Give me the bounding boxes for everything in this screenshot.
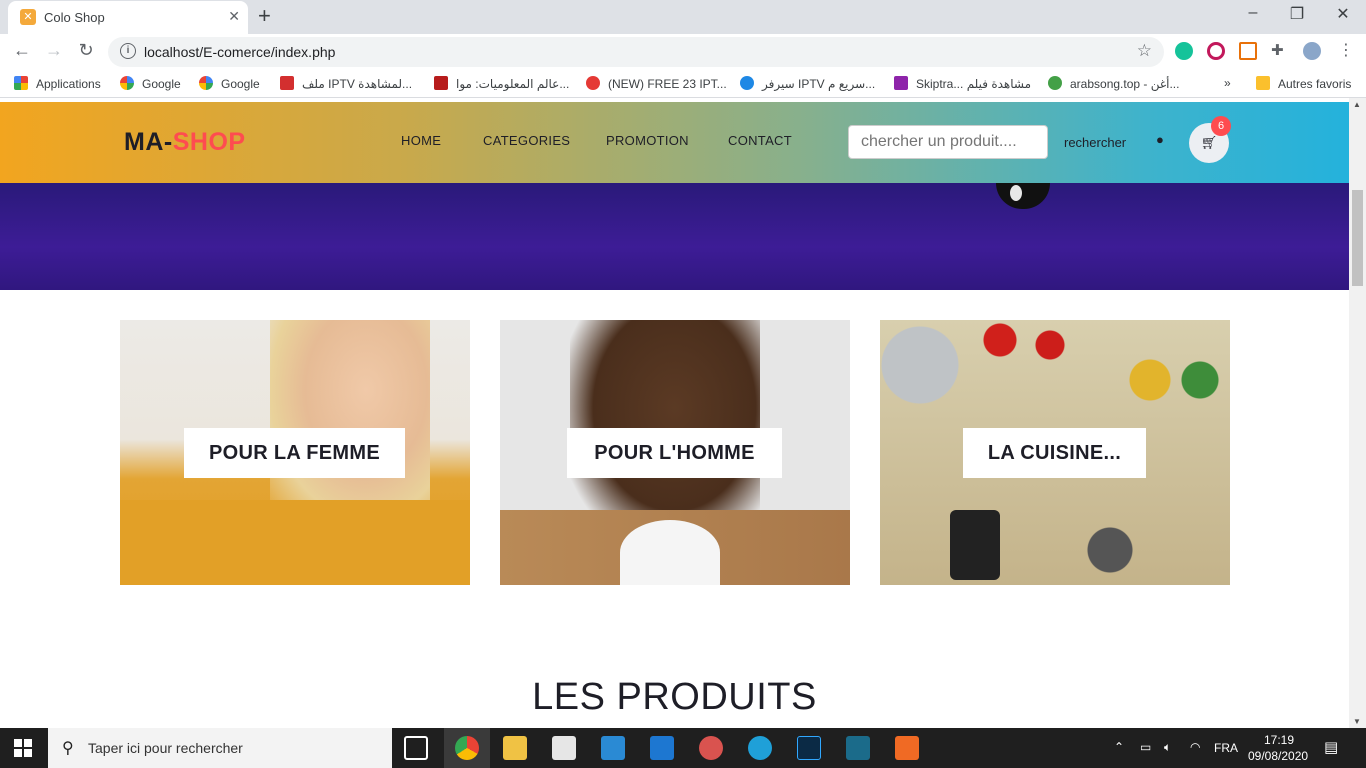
- close-tab-icon[interactable]: ✕: [228, 8, 240, 25]
- user-icon[interactable]: ●: [1156, 132, 1164, 147]
- mail-icon[interactable]: [650, 736, 674, 760]
- grammarly-extension-icon[interactable]: [1175, 42, 1193, 60]
- bookmark-iptv-file[interactable]: ملف IPTV لمشاهدة...: [280, 76, 412, 91]
- search-icon: ⚲: [62, 740, 74, 757]
- bookmark-google-1[interactable]: Google: [120, 76, 181, 91]
- clock-date[interactable]: 09/08/2020: [1248, 749, 1308, 763]
- paint-icon[interactable]: [699, 736, 723, 760]
- bookmark-other-favorites[interactable]: Autres favoris: [1256, 76, 1351, 91]
- tv-favicon-icon: [586, 76, 600, 90]
- bookmark-google-2[interactable]: Google: [199, 76, 260, 91]
- search-button[interactable]: rechercher: [1064, 135, 1126, 150]
- site-info-icon[interactable]: i: [120, 43, 136, 59]
- cart-count-badge: 6: [1211, 116, 1231, 136]
- category-card-women[interactable]: POUR LA FEMME: [120, 320, 470, 585]
- xampp-favicon-icon: ✕: [20, 9, 36, 25]
- close-window-button[interactable]: ✕: [1328, 4, 1358, 24]
- scrollbar-thumb[interactable]: [1352, 190, 1363, 286]
- hero-banner: [0, 183, 1349, 290]
- site-favicon-icon: [280, 76, 294, 90]
- url-text: localhost/E-comerce/index.php: [144, 44, 336, 60]
- nav-contact[interactable]: CONTACT: [728, 133, 792, 148]
- bookmarks-overflow-icon[interactable]: »: [1224, 76, 1231, 90]
- windows-taskbar: ⚲ Taper ici pour rechercher ⌃ ▭ 🔈︎ ◠ FRA…: [0, 728, 1366, 768]
- vscode-icon[interactable]: [601, 736, 625, 760]
- category-label-women[interactable]: POUR LA FEMME: [184, 428, 405, 478]
- bookmark-informatics[interactable]: عالم المعلوميات: موا...: [434, 76, 569, 91]
- edge-icon[interactable]: [748, 736, 772, 760]
- folder-icon: [1256, 76, 1270, 90]
- nav-home[interactable]: HOME: [401, 133, 441, 148]
- file-explorer-icon[interactable]: [503, 736, 527, 760]
- app-icon[interactable]: [846, 736, 870, 760]
- bookmark-free-iptv[interactable]: (NEW) FREE 23 IPT...: [586, 76, 727, 91]
- profile-avatar[interactable]: [1303, 42, 1321, 60]
- cart-icon: 🛒︎: [1200, 135, 1218, 150]
- page-scrollbar[interactable]: ▲ ▼: [1349, 98, 1366, 728]
- menu-dots-icon[interactable]: ⋮: [1337, 42, 1355, 60]
- bookmark-star-icon[interactable]: ☆: [1137, 41, 1152, 61]
- extensions-puzzle-icon[interactable]: ✚: [1271, 42, 1289, 60]
- site-favicon-icon: [1048, 76, 1062, 90]
- category-card-kitchen[interactable]: LA CUISINE...: [880, 320, 1230, 585]
- section-title-products: LES PRODUITS: [532, 676, 817, 718]
- category-card-men[interactable]: POUR L'HOMME: [500, 320, 850, 585]
- site-favicon-icon: [434, 76, 448, 90]
- bookmark-arabsong[interactable]: arabsong.top - أغن...: [1048, 76, 1179, 91]
- scroll-up-icon[interactable]: ▲: [1353, 100, 1361, 109]
- site-logo[interactable]: MA-SHOP: [124, 128, 246, 157]
- back-button[interactable]: ←: [10, 40, 34, 61]
- tab-strip: ✕ Colo Shop ✕ + – ❐ ✕: [0, 0, 1366, 34]
- microsoft-store-icon[interactable]: [552, 736, 576, 760]
- photoshop-icon[interactable]: [797, 736, 821, 760]
- bookmarks-bar: Applications Google Google ملف IPTV لمشا…: [0, 70, 1366, 98]
- maximize-button[interactable]: ❐: [1282, 4, 1312, 24]
- reload-button[interactable]: ↻: [74, 40, 98, 61]
- scroll-down-icon[interactable]: ▼: [1353, 717, 1361, 726]
- gloves-photo: [950, 510, 1000, 580]
- hero-product-image: [996, 183, 1050, 209]
- women-photo: [270, 320, 430, 520]
- task-view-icon[interactable]: [404, 736, 428, 760]
- bookmark-apps[interactable]: Applications: [14, 76, 101, 91]
- page-viewport: MA-SHOP HOME CATEGORIES PROMOTION CONTAC…: [0, 98, 1349, 728]
- address-bar[interactable]: i localhost/E-comerce/index.php ☆: [108, 37, 1164, 67]
- google-icon: [120, 76, 134, 90]
- new-tab-button[interactable]: +: [258, 4, 271, 28]
- chrome-taskbar-icon[interactable]: [455, 736, 479, 760]
- google-icon: [199, 76, 213, 90]
- taskbar-search-box[interactable]: ⚲ Taper ici pour rechercher: [48, 728, 392, 768]
- search-input[interactable]: [848, 125, 1048, 159]
- language-indicator[interactable]: FRA: [1214, 741, 1238, 755]
- nav-promotion[interactable]: PROMOTION: [606, 133, 689, 148]
- minimize-button[interactable]: –: [1238, 4, 1268, 22]
- layout-extension-icon[interactable]: [1239, 42, 1257, 60]
- wifi-icon[interactable]: ◠: [1190, 740, 1200, 754]
- volume-icon[interactable]: 🔈︎: [1164, 740, 1171, 755]
- apps-grid-icon: [14, 76, 28, 90]
- site-header: MA-SHOP HOME CATEGORIES PROMOTION CONTAC…: [0, 102, 1349, 183]
- category-label-kitchen[interactable]: LA CUISINE...: [963, 428, 1146, 478]
- xampp-taskbar-icon[interactable]: [895, 736, 919, 760]
- clock-time[interactable]: 17:19: [1264, 733, 1294, 747]
- bookmark-iptv-server[interactable]: سيرفر IPTV سريع م...: [740, 76, 875, 91]
- battery-icon[interactable]: ▭: [1140, 740, 1151, 754]
- tab-title: Colo Shop: [44, 10, 105, 25]
- play-favicon-icon: [894, 76, 908, 90]
- bookmark-skiptra[interactable]: Skiptra... مشاهدة فيلم: [894, 76, 1031, 91]
- men-tshirt-photo: [620, 520, 720, 585]
- windows-start-icon[interactable]: [14, 739, 32, 757]
- forward-button[interactable]: →: [42, 40, 66, 61]
- women-shirt-photo: [120, 500, 470, 585]
- browser-toolbar: ← → ↻ i localhost/E-comerce/index.php ☆: [0, 34, 1366, 70]
- site-favicon-icon: [740, 76, 754, 90]
- browser-tab[interactable]: ✕ Colo Shop ✕: [8, 1, 248, 34]
- taskbar-search-placeholder: Taper ici pour rechercher: [88, 740, 243, 756]
- category-label-men[interactable]: POUR L'HOMME: [567, 428, 782, 478]
- nav-categories[interactable]: CATEGORIES: [483, 133, 570, 148]
- notifications-icon[interactable]: ▤: [1324, 738, 1338, 756]
- tray-overflow-icon[interactable]: ⌃: [1114, 740, 1124, 754]
- download-extension-icon[interactable]: [1207, 42, 1225, 60]
